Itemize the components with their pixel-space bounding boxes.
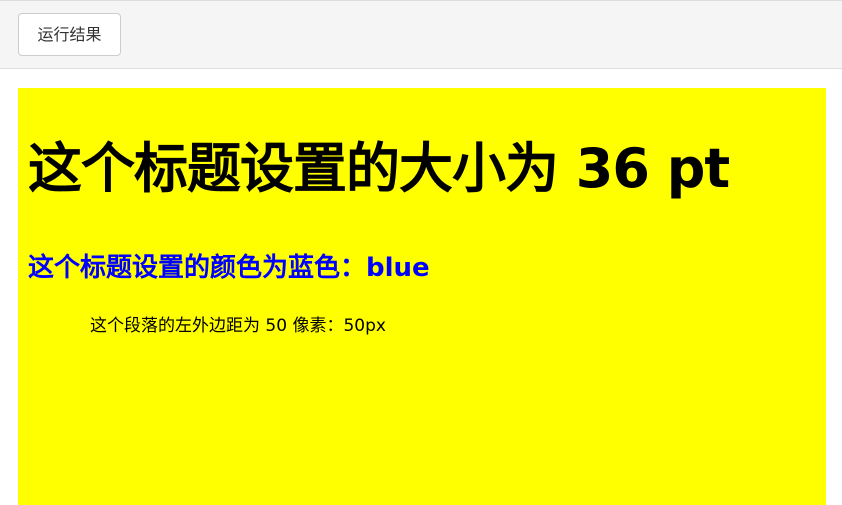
- heading-blue: 这个标题设置的颜色为蓝色：blue: [28, 253, 430, 283]
- toolbar: 运行结果: [0, 0, 842, 69]
- margin-left-paragraph: 这个段落的左外边距为 50 像素：50px: [90, 316, 386, 336]
- result-preview-frame: 这个标题设置的大小为 36 pt 这个标题设置的颜色为蓝色：blue 这个段落的…: [18, 88, 826, 505]
- heading-36pt: 这个标题设置的大小为 36 pt: [28, 137, 730, 200]
- run-result-button[interactable]: 运行结果: [18, 13, 121, 56]
